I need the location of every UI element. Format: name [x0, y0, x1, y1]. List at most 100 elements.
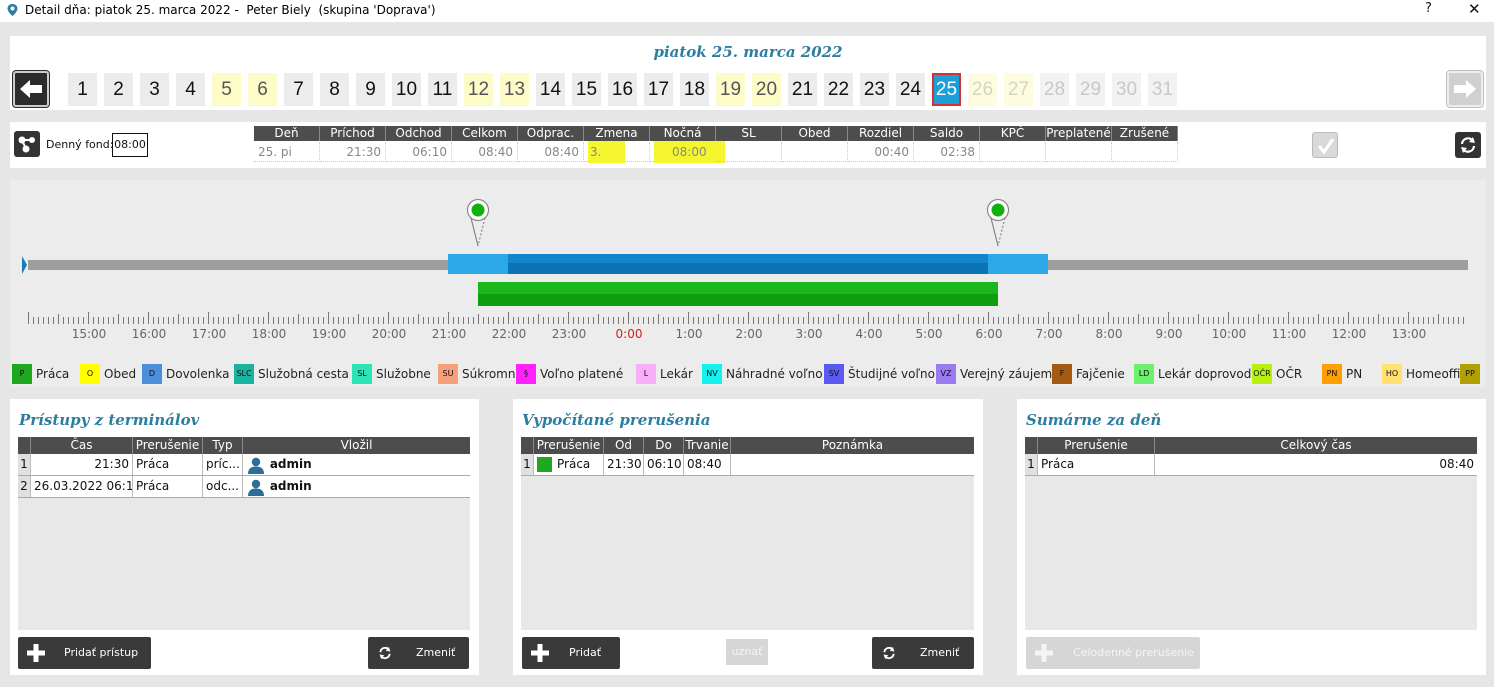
summary-value-cell: [980, 142, 1046, 162]
hour-label: 7:00: [1035, 327, 1063, 341]
day-button-17[interactable]: 17: [644, 73, 673, 106]
accept-button[interactable]: uznať: [726, 639, 768, 665]
col-total-time[interactable]: Celkový čas: [1155, 437, 1477, 454]
summary-col-header: Celkom: [452, 126, 518, 141]
day-button-16[interactable]: 16: [608, 73, 637, 106]
day-button-24[interactable]: 24: [896, 73, 925, 106]
add-access-button[interactable]: Pridať prístup: [18, 637, 151, 669]
cell-duration: 08:40: [684, 454, 731, 475]
row-number: 2: [18, 476, 31, 497]
hour-label: 2:00: [735, 327, 763, 341]
day-button-30[interactable]: 30: [1112, 73, 1141, 106]
day-button-8[interactable]: 8: [320, 73, 349, 106]
confirm-button[interactable]: [1312, 132, 1338, 158]
day-button-14[interactable]: 14: [536, 73, 565, 106]
legend-label: Lekár doprovod: [1158, 367, 1252, 381]
legend-swatch: VZ: [936, 364, 956, 384]
col-break[interactable]: Prerušenie: [1038, 437, 1155, 454]
table-row[interactable]: 1 21:30 Práca príc... admin: [18, 454, 470, 476]
col-from[interactable]: Od: [604, 437, 644, 454]
day-button-20[interactable]: 20: [752, 73, 781, 106]
daily-fund-field[interactable]: 08:00: [112, 133, 148, 157]
arrival-marker-icon[interactable]: [466, 198, 490, 250]
plus-icon: [1035, 644, 1053, 662]
help-button[interactable]: ?: [1425, 1, 1432, 16]
arrow-left-icon: [20, 80, 42, 98]
col-duration[interactable]: Trvanie: [684, 437, 731, 454]
day-button-26[interactable]: 26: [968, 73, 997, 106]
grid-header: Prerušenie Od Do Trvanie Poznámka: [521, 437, 974, 454]
legend-swatch: P: [12, 364, 32, 384]
table-row[interactable]: 1 Práca 08:40: [1025, 454, 1477, 476]
hour-label: 16:00: [131, 327, 167, 341]
day-button-2[interactable]: 2: [104, 73, 133, 106]
change-access-button[interactable]: Zmeniť: [368, 637, 469, 669]
hour-label: 8:00: [1095, 327, 1123, 341]
legend-label: Lekár: [660, 367, 693, 381]
day-button-1[interactable]: 1: [68, 73, 97, 106]
hour-label: 12:00: [1331, 327, 1367, 341]
legend-swatch: O: [80, 364, 100, 384]
summary-value-cell: 00:40: [848, 142, 914, 162]
hour-label: 0:00: [615, 327, 643, 341]
day-button-9[interactable]: 9: [356, 73, 385, 106]
date-navigation-panel: piatok 25. marca 2022 1 2 3 4 5 6 7 8 9 10 11 12 13 1…: [10, 36, 1486, 110]
add-break-button[interactable]: Pridať: [522, 637, 620, 669]
day-button-19[interactable]: 19: [716, 73, 745, 106]
departure-marker-icon[interactable]: [986, 198, 1010, 250]
hour-label: 23:00: [551, 327, 587, 341]
col-to[interactable]: Do: [644, 437, 684, 454]
table-row[interactable]: 1 Práca 21:30 06:10 08:40: [521, 454, 974, 476]
day-button-22[interactable]: 22: [824, 73, 853, 106]
previous-day-button[interactable]: [13, 71, 49, 107]
refresh-button[interactable]: [1455, 132, 1481, 158]
day-button-5[interactable]: 5: [212, 73, 241, 106]
day-button-12[interactable]: 12: [464, 73, 493, 106]
next-day-button[interactable]: [1447, 71, 1483, 107]
day-button-28[interactable]: 28: [1040, 73, 1069, 106]
day-button-3[interactable]: 3: [140, 73, 169, 106]
cell-inserted-by: admin: [243, 454, 470, 475]
day-button-25[interactable]: 25: [932, 73, 961, 106]
day-button-29[interactable]: 29: [1076, 73, 1105, 106]
col-inserted-by[interactable]: Vložil: [243, 437, 470, 454]
summary-col-header: Nočná: [650, 126, 716, 141]
terminal-access-title: Prístupy z terminálov: [19, 411, 200, 429]
col-note[interactable]: Poznámka: [731, 437, 974, 454]
legend-item: NV Náhradné voľno: [702, 364, 823, 384]
day-button-7[interactable]: 7: [284, 73, 313, 106]
hour-label: 22:00: [491, 327, 527, 341]
day-button-13[interactable]: 13: [500, 73, 529, 106]
col-time[interactable]: Čas: [31, 437, 133, 454]
window-titlebar: Detail dňa: piatok 25. marca 2022 - Pete…: [0, 0, 1494, 22]
day-button-11[interactable]: 11: [428, 73, 457, 106]
col-type[interactable]: Typ: [203, 437, 243, 454]
day-button-21[interactable]: 21: [788, 73, 817, 106]
col-break[interactable]: Prerušenie: [534, 437, 604, 454]
legend-label: Práca: [36, 367, 70, 381]
legend-item: OČR OČR: [1252, 364, 1302, 384]
close-button[interactable]: ✕: [1468, 0, 1481, 18]
cell-inserted-by: admin: [243, 476, 470, 497]
day-button-10[interactable]: 10: [392, 73, 421, 106]
day-button-31[interactable]: 31: [1148, 73, 1177, 106]
cell-type: odc...: [203, 476, 243, 497]
table-row[interactable]: 2 26.03.2022 06:10 Práca odc... admin: [18, 476, 470, 498]
day-button-18[interactable]: 18: [680, 73, 709, 106]
hour-label: 3:00: [795, 327, 823, 341]
day-button-15[interactable]: 15: [572, 73, 601, 106]
daily-summary-grid: Prerušenie Celkový čas 1 Práca 08:40: [1025, 437, 1477, 630]
row-number: 1: [18, 454, 31, 475]
org-structure-button[interactable]: [14, 131, 40, 157]
inserted-by-name: admin: [269, 479, 312, 493]
cell-break: Práca: [133, 476, 203, 497]
day-button-4[interactable]: 4: [176, 73, 205, 106]
change-break-button[interactable]: Zmeniť: [872, 637, 974, 669]
day-button-23[interactable]: 23: [860, 73, 889, 106]
all-day-break-button[interactable]: Celodenné prerušenie: [1026, 637, 1200, 669]
summary-col-header: SL: [716, 126, 782, 141]
summary-col-header: Preplatené: [1046, 126, 1112, 141]
day-button-6[interactable]: 6: [248, 73, 277, 106]
col-break[interactable]: Prerušenie: [133, 437, 203, 454]
day-button-27[interactable]: 27: [1004, 73, 1033, 106]
